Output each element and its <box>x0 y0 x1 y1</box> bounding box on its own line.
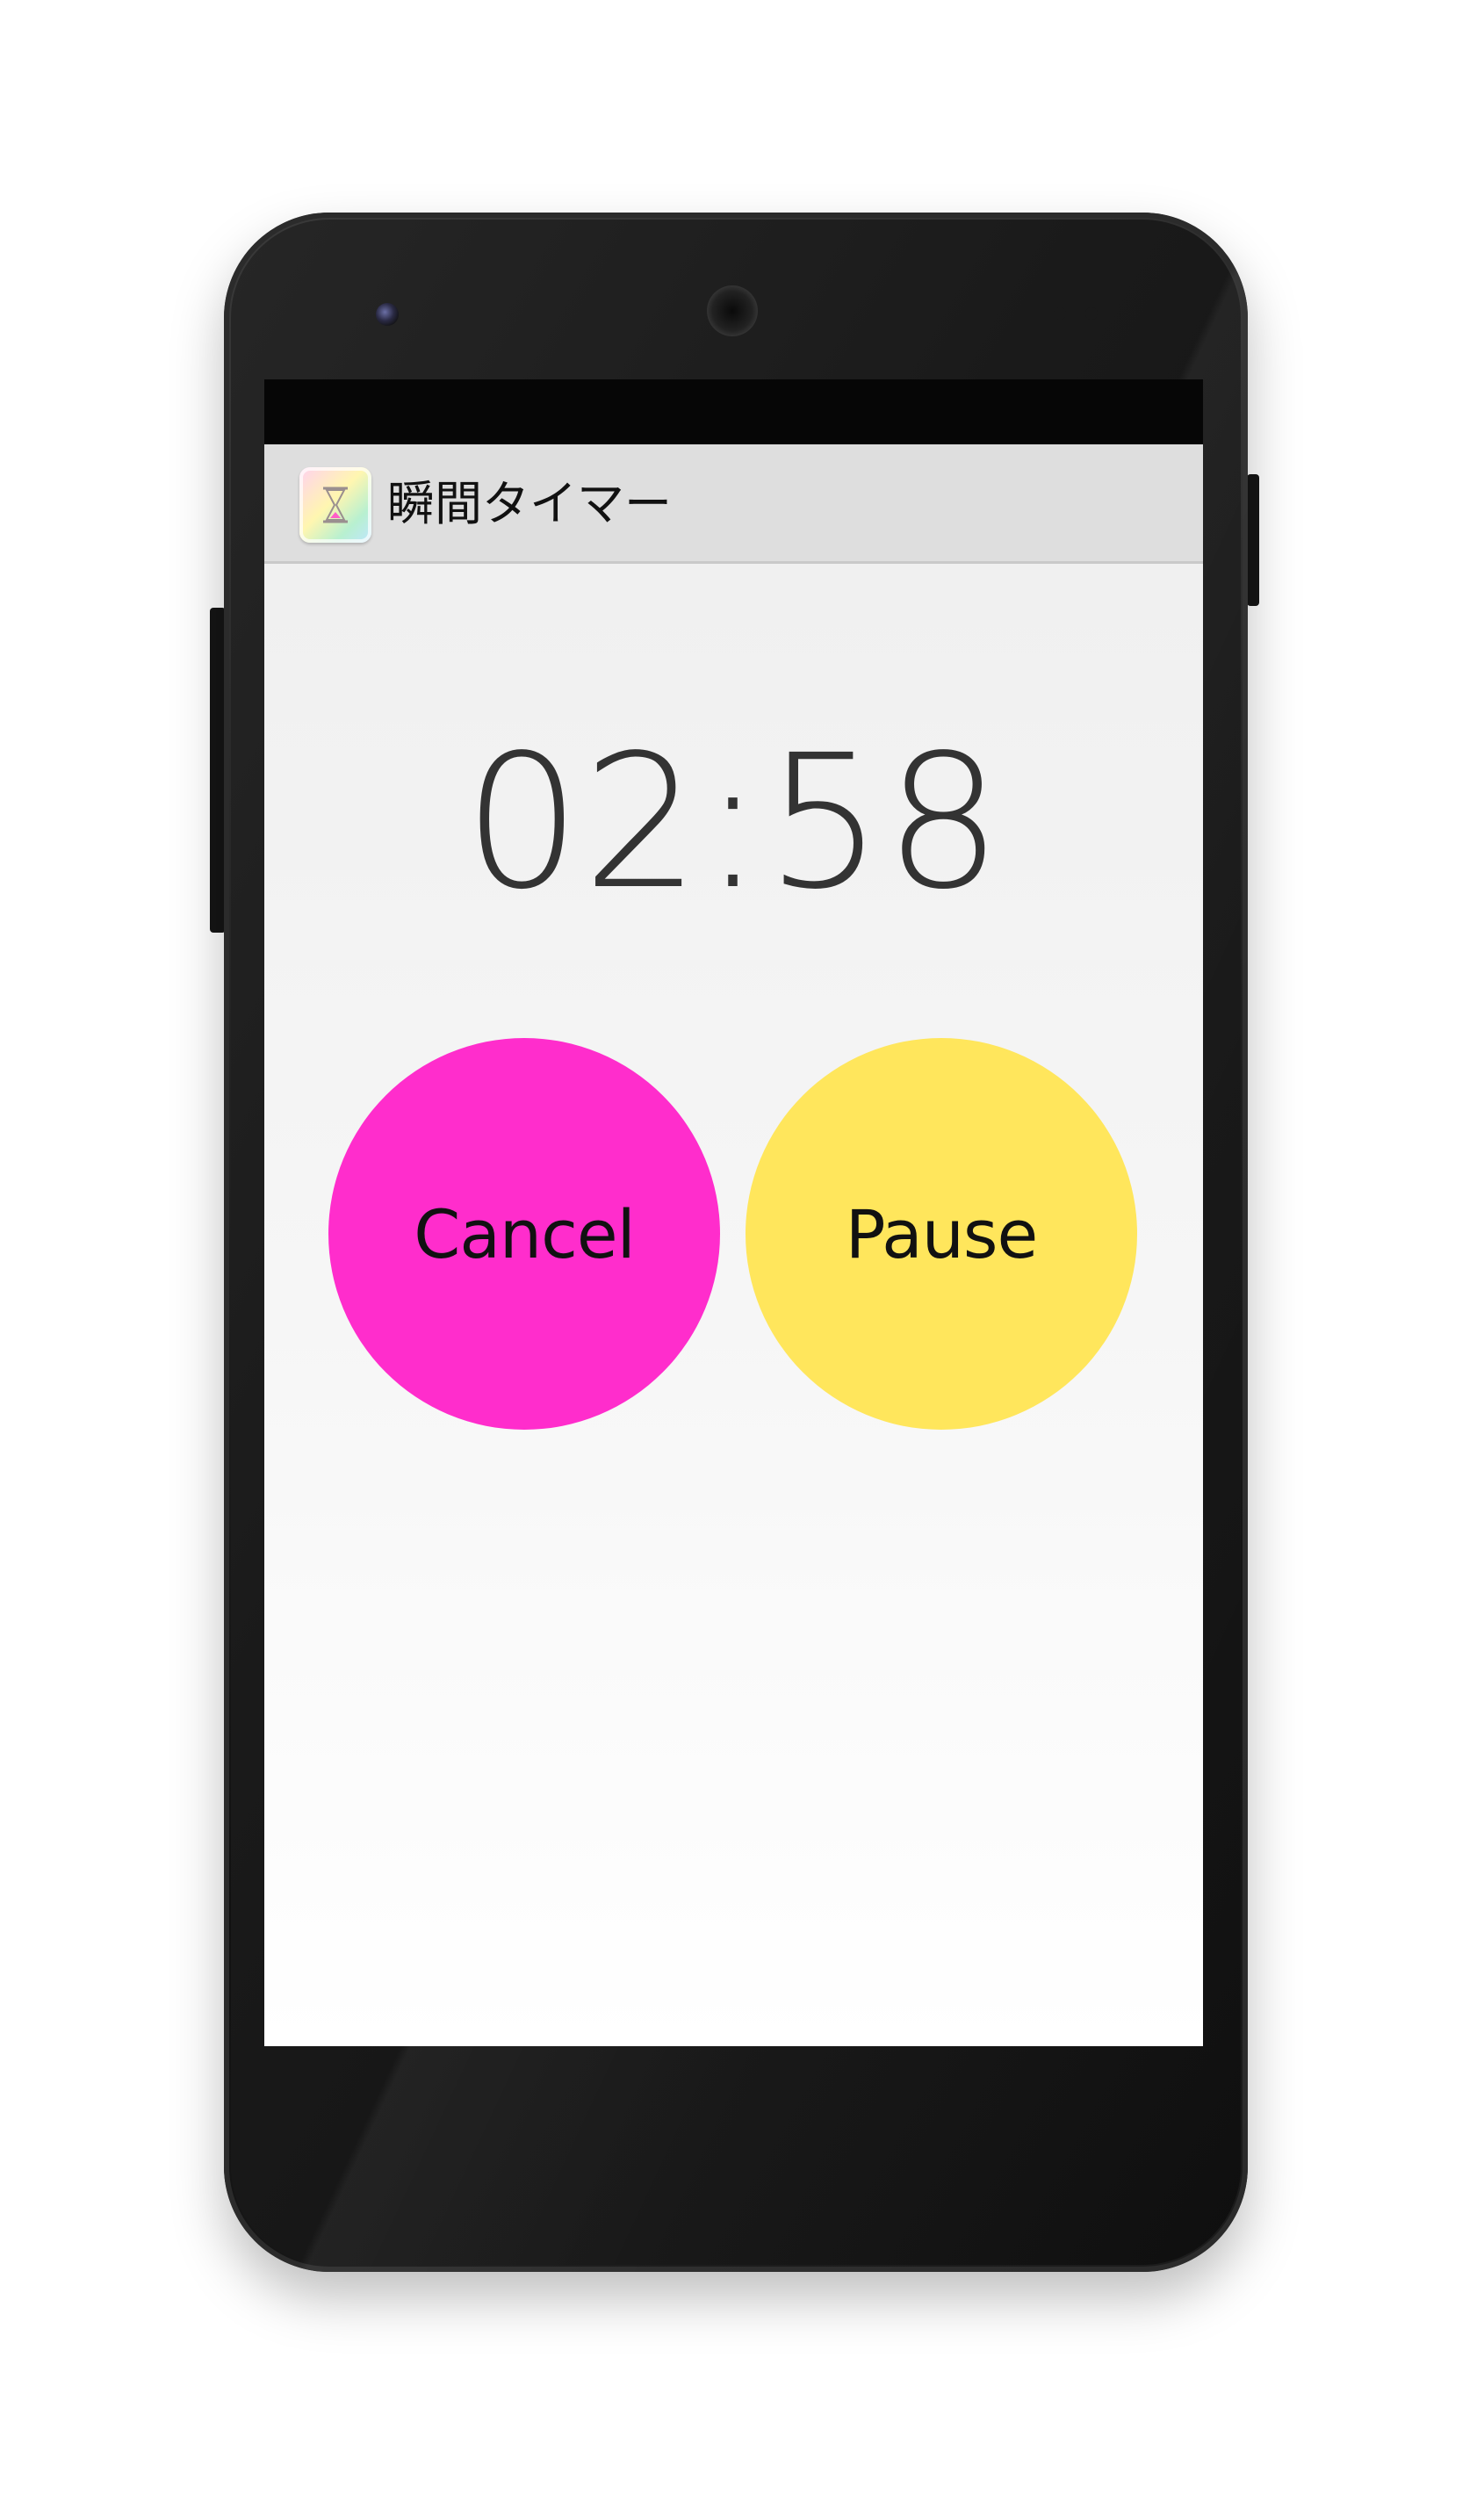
action-bar: 瞬間タイマー <box>264 444 1203 564</box>
power-button <box>1247 474 1259 606</box>
hourglass-glyph <box>323 487 348 523</box>
hourglass-icon[interactable] <box>299 467 371 543</box>
app-title: 瞬間タイマー <box>387 476 672 531</box>
status-bar <box>264 379 1203 444</box>
timer-content: 02:58 Cancel Pause <box>264 564 1203 2046</box>
phone-screen: 瞬間タイマー 02:58 Cancel Pause <box>264 379 1203 2046</box>
cancel-button-label: Cancel <box>414 1194 635 1273</box>
device-mockup: 瞬間タイマー 02:58 Cancel Pause <box>0 0 1484 2509</box>
cancel-button[interactable]: Cancel <box>328 1038 720 1430</box>
proximity-sensor <box>1054 307 1066 320</box>
earpiece-speaker <box>707 285 758 336</box>
light-sensor <box>1085 307 1098 320</box>
front-camera <box>376 303 399 326</box>
pause-button[interactable]: Pause <box>746 1038 1137 1430</box>
countdown-display: 02:58 <box>463 715 1005 930</box>
pause-button-label: Pause <box>845 1194 1039 1273</box>
